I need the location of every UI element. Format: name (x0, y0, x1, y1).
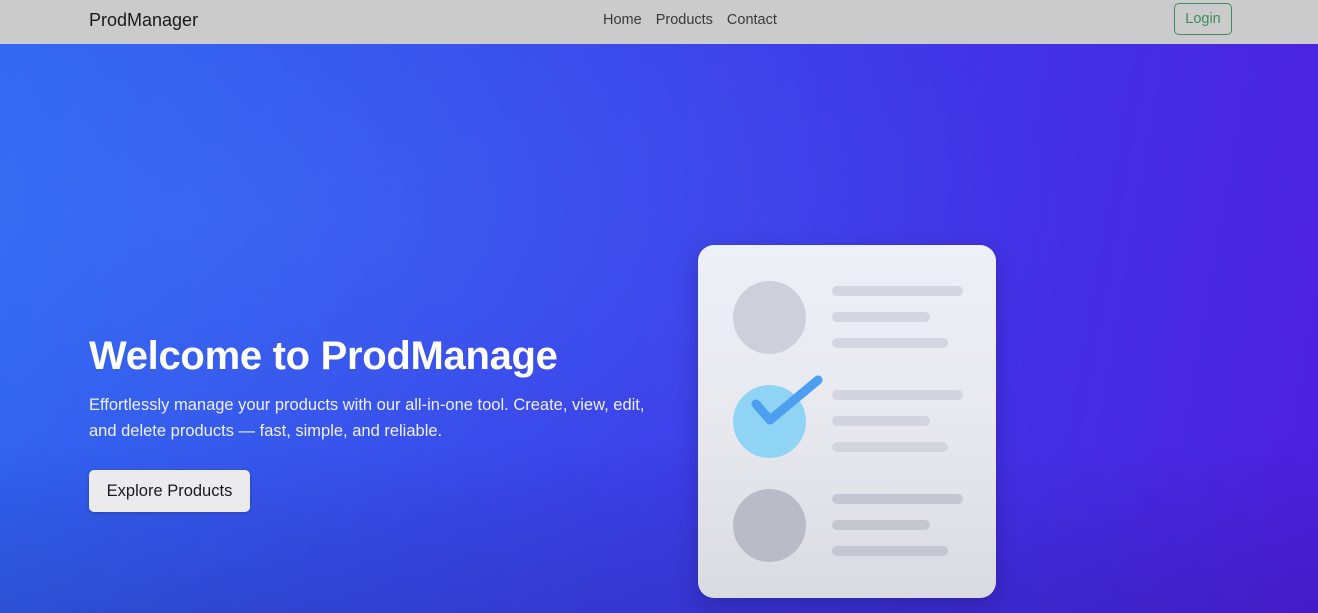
checkmark-icon (751, 375, 823, 425)
placeholder-line (832, 416, 930, 426)
navbar: ProdManager Home Products Contact Login (0, 0, 1318, 44)
checklist-document-icon (698, 245, 996, 598)
placeholder-line (832, 520, 930, 530)
explore-products-button[interactable]: Explore Products (89, 470, 250, 512)
hero-subtitle: Effortlessly manage your products with o… (89, 396, 645, 440)
placeholder-line (832, 442, 948, 452)
nav-link-products[interactable]: Products (656, 12, 713, 28)
placeholder-circle-icon (733, 281, 806, 354)
login-button[interactable]: Login (1174, 3, 1232, 35)
hero-section: Welcome to ProdManage Effortlessly manag… (0, 44, 1318, 613)
placeholder-line (832, 494, 963, 504)
hero-background-shade (0, 44, 1318, 613)
placeholder-circle-icon (733, 489, 806, 562)
placeholder-line (832, 546, 948, 556)
nav-links: Home Products Contact (603, 12, 777, 28)
brand-logo[interactable]: ProdManager (89, 10, 198, 31)
nav-link-contact[interactable]: Contact (727, 12, 777, 28)
nav-link-home[interactable]: Home (603, 12, 642, 28)
hero-title: Welcome to ProdManage (89, 334, 558, 378)
placeholder-line (832, 312, 930, 322)
placeholder-line (832, 286, 963, 296)
placeholder-line (832, 338, 948, 348)
placeholder-line (832, 390, 963, 400)
